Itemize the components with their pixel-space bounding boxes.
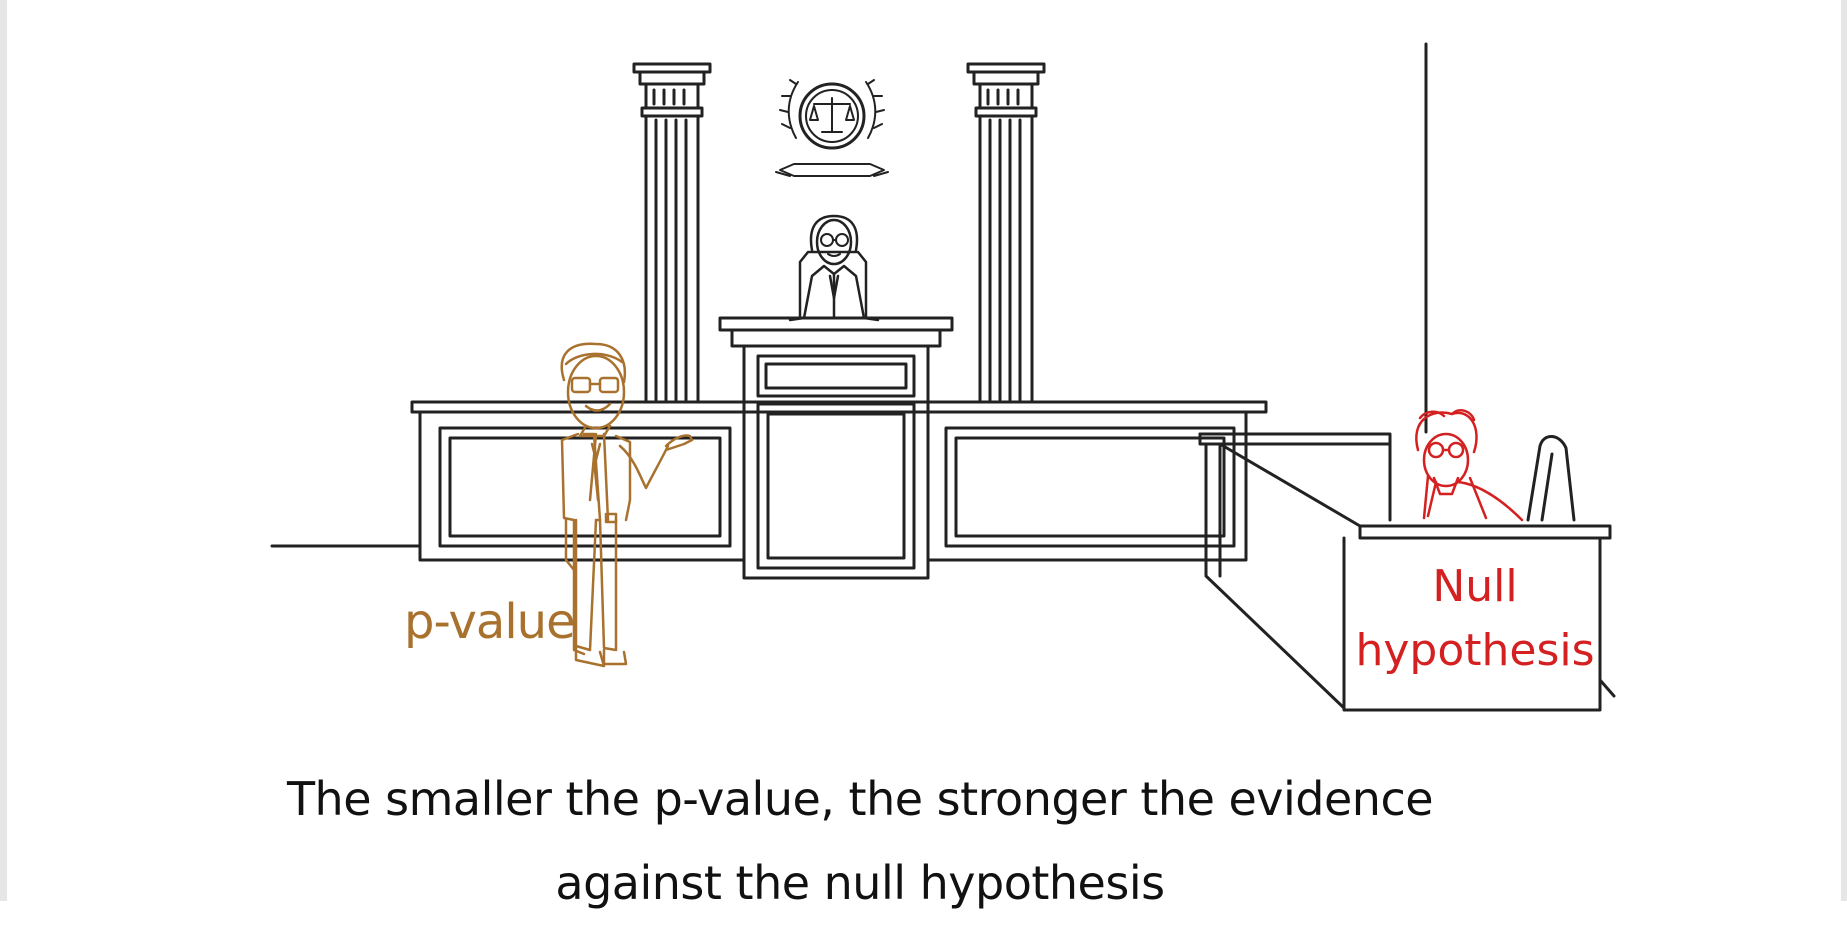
scales-of-justice-emblem xyxy=(775,79,889,177)
p-value-label: p-value xyxy=(404,594,576,650)
defendant xyxy=(1415,409,1524,522)
column-left xyxy=(632,62,712,404)
null-hypothesis-label: Null hypothesis xyxy=(1355,561,1595,676)
lawyer xyxy=(560,342,694,668)
slide: p-value Null hypothesis The smaller the … xyxy=(0,0,1847,910)
slide-caption: The smaller the p-value, the stronger th… xyxy=(286,772,1434,910)
judge xyxy=(788,214,880,322)
column-right xyxy=(966,62,1046,404)
judge-bench xyxy=(410,316,1268,580)
